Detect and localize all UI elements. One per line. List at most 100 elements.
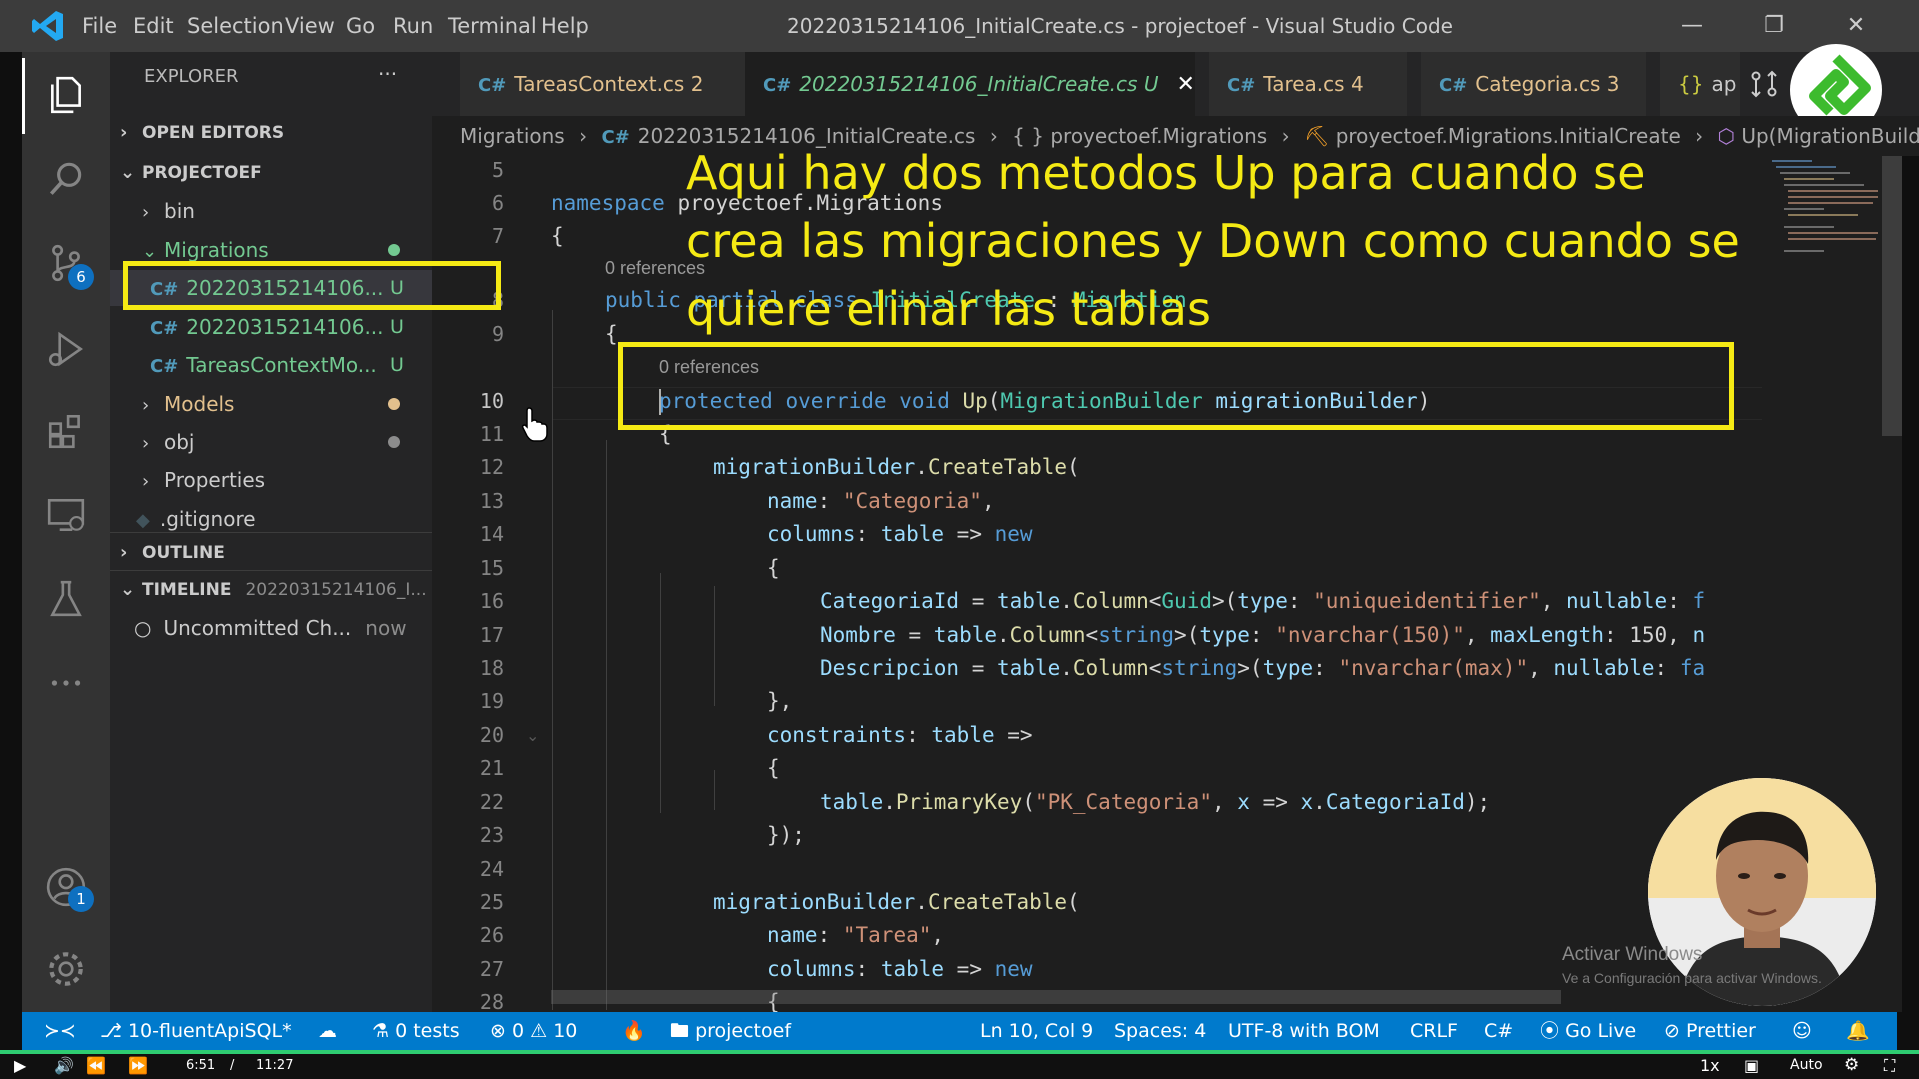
hand-cursor-icon — [520, 406, 550, 442]
timeline-file: 20220315214106_I... — [245, 580, 427, 600]
tree-item-properties[interactable]: › Properties — [110, 462, 432, 498]
tree-item-models[interactable]: › Models — [110, 386, 432, 422]
activate-windows-subtitle: Ve a Configuración para activar Windows. — [1562, 970, 1822, 986]
code-line: }, — [767, 689, 793, 713]
menu-view[interactable]: View — [285, 0, 335, 52]
menu-edit[interactable]: Edit — [133, 0, 174, 52]
code-line: CategoriaId = table.Column<Guid>(type: "… — [820, 589, 1706, 613]
csharp-file-icon: C# — [150, 356, 179, 377]
go-live-button[interactable]: ⦿ Go Live — [1540, 1012, 1636, 1050]
sync-icon[interactable]: ☁ — [318, 1012, 337, 1050]
breadcrumb-item[interactable]: Up(MigrationBuild — [1741, 124, 1919, 148]
code-line: migrationBuilder.CreateTable( — [713, 455, 1080, 479]
remote-indicator-icon[interactable]: ≻≺ — [44, 1012, 76, 1050]
line-number: 13 — [479, 489, 504, 513]
quality-setting[interactable]: Auto — [1790, 1052, 1823, 1079]
accounts-icon[interactable] — [22, 852, 110, 922]
settings-gear-icon[interactable]: ⚙ — [1844, 1052, 1859, 1079]
restore-icon[interactable]: ❐ — [1752, 8, 1796, 44]
extensions-icon[interactable] — [22, 396, 110, 466]
menu-go[interactable]: Go — [346, 0, 375, 52]
line-number: 20 — [479, 723, 504, 747]
menu-help[interactable]: Help — [541, 0, 589, 52]
line-number: 7 — [491, 224, 504, 248]
eol-status[interactable]: CRLF — [1410, 1012, 1458, 1050]
search-icon[interactable] — [22, 144, 110, 214]
playback-speed[interactable]: 1x — [1700, 1052, 1720, 1079]
flame-icon[interactable]: 🔥 — [622, 1012, 646, 1050]
tree-label: .gitignore — [159, 507, 256, 531]
explorer-icon[interactable] — [22, 60, 110, 130]
minimize-icon[interactable]: — — [1670, 8, 1714, 44]
vertical-scrollbar-thumb[interactable] — [1882, 156, 1902, 436]
annotation-line-3: quiere elinar las tablas — [686, 282, 1211, 336]
tab-categoria[interactable]: C# Categoria.cs 3 — [1421, 52, 1646, 116]
chevron-right-icon: › — [142, 471, 150, 492]
indentation-status[interactable]: Spaces: 4 — [1114, 1012, 1206, 1050]
explorer-more-icon[interactable]: ··· — [378, 62, 397, 86]
chevron-right-icon: › — [142, 202, 150, 223]
fullscreen-icon[interactable]: ⛶ — [1884, 1052, 1895, 1079]
picture-in-picture-icon[interactable]: ▣ — [1744, 1052, 1759, 1079]
test-status[interactable]: ⚗ 0 tests — [372, 1012, 460, 1050]
video-current-time: 6:51 — [186, 1058, 216, 1073]
run-debug-icon[interactable] — [22, 314, 110, 384]
notifications-bell-icon[interactable]: 🔔 — [1846, 1012, 1870, 1050]
csharp-file-icon: C# — [150, 318, 179, 339]
explorer-title: EXPLORER — [144, 66, 239, 87]
project-section[interactable]: ⌄ PROJECTOEF — [110, 155, 432, 191]
volume-icon[interactable]: 🔊 — [54, 1052, 74, 1079]
tab-tareascontext[interactable]: C# TareasContext.cs 2 — [460, 52, 745, 116]
outline-section[interactable]: › OUTLINE — [110, 535, 432, 571]
testing-icon[interactable] — [22, 564, 110, 634]
code-line: name: "Categoria", — [767, 489, 995, 513]
menu-selection[interactable]: Selection — [187, 0, 284, 52]
feedback-icon[interactable]: ☺ — [1792, 1012, 1812, 1050]
tree-item-obj[interactable]: › obj — [110, 424, 432, 460]
line-number: 9 — [491, 322, 504, 346]
prettier-status[interactable]: ⊘ Prettier — [1664, 1012, 1756, 1050]
menu-terminal[interactable]: Terminal — [448, 0, 537, 52]
tree-item-bin[interactable]: › bin — [110, 193, 432, 229]
code-line: constraints: table => — [767, 723, 1033, 747]
source-control-icon[interactable] — [22, 228, 110, 298]
tab-initialcreate[interactable]: C# 20220315214106_InitialCreate.cs U ✕ — [745, 52, 1195, 116]
timeline-entry[interactable]: ○ Uncommitted Ch... now — [110, 610, 432, 646]
rewind-icon[interactable]: ⏪ — [86, 1052, 106, 1079]
cursor-position[interactable]: Ln 10, Col 9 — [980, 1012, 1093, 1050]
language-mode[interactable]: C# — [1484, 1012, 1513, 1050]
problems-status[interactable]: ⊗ 0 ⚠ 10 — [490, 1012, 577, 1050]
encoding-status[interactable]: UTF-8 with BOM — [1228, 1012, 1380, 1050]
fold-chevron-icon[interactable]: ⌄ — [526, 726, 539, 745]
broadcast-icon: ⦿ — [1540, 1020, 1560, 1042]
menu-run[interactable]: Run — [393, 0, 433, 52]
more-views-icon[interactable] — [22, 648, 110, 718]
menu-file[interactable]: File — [82, 0, 117, 52]
close-window-icon[interactable]: ✕ — [1834, 8, 1878, 44]
video-left-strip — [0, 52, 22, 1050]
line-number: 6 — [491, 191, 504, 215]
tab-tarea[interactable]: C# Tarea.cs 4 — [1209, 52, 1407, 116]
manage-gear-icon[interactable] — [22, 934, 110, 1004]
play-icon[interactable]: ▶ — [14, 1052, 26, 1079]
method-icon: ⬡ — [1717, 124, 1735, 148]
close-tab-icon[interactable]: ✕ — [1176, 72, 1194, 97]
git-branch-status[interactable]: ⎇ 10-fluentApiSQL* — [100, 1012, 292, 1050]
csharp-file-icon: C# — [1439, 75, 1468, 96]
section-divider — [110, 532, 432, 533]
fast-forward-icon[interactable]: ⏩ — [128, 1052, 148, 1079]
project-status[interactable]: 🖿 projectoef — [670, 1012, 791, 1050]
compare-changes-icon[interactable] — [1748, 68, 1780, 100]
breadcrumb-item[interactable]: Migrations — [460, 124, 565, 148]
tree-item-migration-file[interactable]: C# 20220315214106... — [110, 309, 432, 345]
tree-item-snapshot-file[interactable]: C# TareasContextMo... — [110, 347, 432, 383]
tab-appsettings[interactable]: {} ap — [1660, 52, 1740, 116]
breadcrumb-item[interactable]: 20220315214106_InitialCreate.cs — [638, 124, 976, 148]
breadcrumb-item[interactable]: { } proyectoef.Migrations — [1012, 124, 1267, 148]
breadcrumb-item[interactable]: proyectoef.Migrations.InitialCreate — [1336, 124, 1681, 148]
remote-explorer-icon[interactable] — [22, 480, 110, 550]
tab-problem-count: 2 — [690, 72, 704, 96]
horizontal-scrollbar[interactable] — [551, 990, 1561, 1004]
open-editors-section[interactable]: › OPEN EDITORS — [110, 115, 432, 151]
timeline-section[interactable]: ⌄ TIMELINE 20220315214106_I... — [110, 572, 432, 608]
